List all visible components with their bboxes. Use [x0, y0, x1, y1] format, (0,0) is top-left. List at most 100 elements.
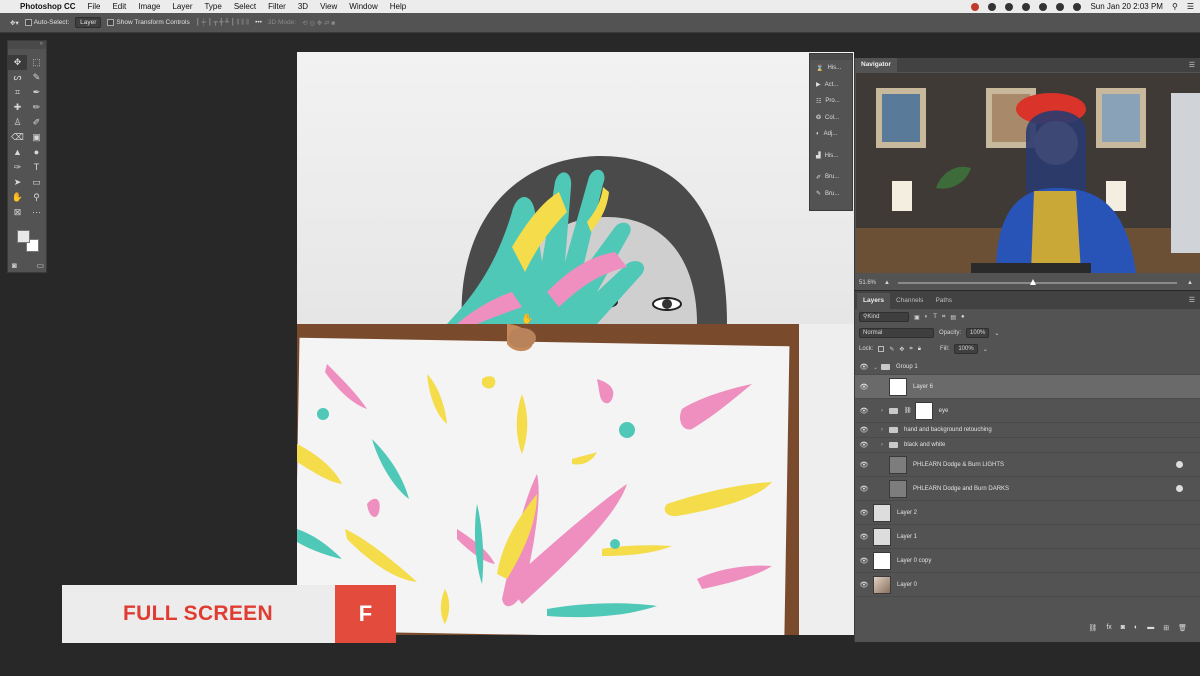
menu-window[interactable]: Window — [349, 2, 377, 11]
gradient-tool-icon[interactable]: ▣ — [27, 130, 46, 145]
chevron-down-icon[interactable]: ⌄ — [873, 364, 881, 371]
wifi-icon[interactable] — [1073, 2, 1082, 11]
visibility-eye-icon[interactable]: 👁︎ — [855, 383, 873, 391]
filter-kind-dropdown[interactable]: ⚲Kind — [859, 312, 909, 322]
visibility-eye-icon[interactable]: 👁︎ — [855, 441, 873, 449]
cloud-icon[interactable] — [1022, 2, 1031, 11]
menu-3d[interactable]: 3D — [298, 2, 308, 11]
blend-mode-dropdown[interactable]: Normal — [859, 328, 934, 338]
menu-edit[interactable]: Edit — [112, 2, 126, 11]
hand-tool-icon[interactable]: ✋ — [8, 190, 27, 205]
more-options-icon[interactable]: ••• — [255, 19, 262, 26]
add-layer-style-icon[interactable]: fx — [1106, 624, 1111, 638]
new-group-icon[interactable]: ▬ — [1147, 624, 1154, 638]
layer-row-group-1[interactable]: 👁︎ ⌄ Group 1 — [855, 360, 1200, 375]
blur-tool-icon[interactable]: ▲ — [8, 145, 27, 160]
layer-row-hand-and-background[interactable]: 👁︎ › hand and background retouching — [855, 423, 1200, 438]
menu-type[interactable]: Type — [204, 2, 221, 11]
path-select-tool-icon[interactable]: ➤ — [8, 175, 27, 190]
filter-shape-icon[interactable]: ⌗ — [942, 314, 945, 321]
color-panel-button[interactable]: ❂ Col... — [810, 110, 852, 127]
healing-tool-icon[interactable]: ✚ — [8, 100, 27, 115]
panel-menu-icon[interactable]: ☰ — [1189, 293, 1195, 309]
add-mask-icon[interactable]: ◙ — [1121, 624, 1125, 638]
zoom-in-icon[interactable]: ▲ — [1187, 280, 1193, 286]
layer-mask-thumbnail[interactable] — [914, 401, 933, 420]
clock[interactable]: Sun Jan 20 2:03 PM — [1090, 2, 1163, 11]
visibility-eye-icon[interactable]: 👁︎ — [855, 557, 873, 565]
history-brush-tool-icon[interactable]: ✐ — [27, 115, 46, 130]
visibility-eye-icon[interactable]: 👁︎ — [855, 533, 873, 541]
menu-view[interactable]: View — [320, 2, 337, 11]
opacity-dropdown-icon[interactable]: ⌄ — [994, 330, 999, 337]
visibility-eye-icon[interactable]: 👁︎ — [855, 407, 873, 415]
zoom-value[interactable]: 51.6% — [859, 280, 876, 286]
panel-menu-icon[interactable]: ☰ — [1189, 61, 1195, 69]
tab-paths[interactable]: Paths — [929, 293, 958, 309]
move-tool-icon[interactable]: ✥▾ — [10, 19, 19, 27]
screen-mode-icon[interactable]: ▭ — [36, 261, 44, 270]
auto-select-dropdown[interactable]: Layer — [75, 17, 102, 28]
chevron-right-icon[interactable]: › — [881, 442, 889, 448]
layer-row-layer-1[interactable]: 👁︎ Layer 1 — [855, 525, 1200, 549]
chevron-right-icon[interactable]: › — [881, 427, 889, 433]
notification-list-icon[interactable]: ☰ — [1187, 2, 1194, 11]
type-tool-icon[interactable]: T — [27, 160, 46, 175]
quick-mask-icon[interactable]: ◙ — [12, 261, 17, 270]
zoom-tool-icon[interactable]: ⚲ — [27, 190, 46, 205]
artboard-tool-icon[interactable]: ⊠ — [8, 205, 27, 220]
creative-cloud-icon[interactable] — [1005, 2, 1014, 11]
properties-panel-button[interactable]: ☷ Pro... — [810, 93, 852, 110]
brush-panel-button[interactable]: ✐ Bru... — [810, 169, 852, 186]
shape-tool-icon[interactable]: ▭ — [27, 175, 46, 190]
search-icon[interactable]: ⚲ — [1172, 2, 1178, 11]
menu-filter[interactable]: Filter — [268, 2, 286, 11]
layer-row-layer-0[interactable]: 👁︎ Layer 0 — [855, 573, 1200, 597]
lasso-tool-icon[interactable]: ᔕ — [8, 70, 27, 85]
tools-panel-header[interactable]: » — [8, 41, 46, 49]
chevron-right-icon[interactable]: › — [881, 408, 889, 414]
align-icons[interactable]: ┃ ╪ ┃ ┳ ╋ ┻ ┃ ⫼ ⫼ ⫼ — [196, 18, 249, 27]
more-tools-icon[interactable]: ··· — [27, 205, 46, 220]
histogram-panel-button[interactable]: ▟ His... — [810, 148, 852, 165]
filter-toggle-icon[interactable]: ● — [961, 314, 965, 320]
new-adjustment-layer-icon[interactable]: ◐ — [1134, 624, 1138, 638]
transform-controls-checkbox[interactable]: Show Transform Controls — [107, 18, 190, 26]
fill-input[interactable]: 100% — [954, 344, 978, 354]
menu-select[interactable]: Select — [234, 2, 256, 11]
eraser-tool-icon[interactable]: ⌫ — [8, 130, 27, 145]
tab-channels[interactable]: Channels — [890, 293, 929, 309]
auto-select-checkbox[interactable]: Auto-Select: — [24, 18, 69, 26]
zoom-slider-handle[interactable] — [1029, 279, 1036, 285]
layer-row-layer-2[interactable]: 👁︎ Layer 2 — [855, 501, 1200, 525]
filter-type-icon[interactable]: T — [933, 314, 937, 320]
clone-stamp-tool-icon[interactable]: ♙ — [8, 115, 27, 130]
eyedropper-tool-icon[interactable]: ✒ — [27, 85, 46, 100]
tab-navigator[interactable]: Navigator — [855, 58, 897, 72]
lock-move-icon[interactable]: ✥ — [899, 346, 904, 353]
layer-row-dodge-burn-darks[interactable]: 👁︎ PHLEARN Dodge and Burn DARKS — [855, 477, 1200, 501]
layer-row-layer-6[interactable]: 👁︎ Layer 6 — [855, 375, 1200, 399]
airplay-icon[interactable] — [1039, 2, 1048, 11]
filter-pixel-icon[interactable]: ▣ — [914, 314, 920, 321]
adobe-icon[interactable] — [988, 2, 997, 11]
volume-icon[interactable] — [1056, 2, 1065, 11]
zoom-slider[interactable] — [897, 279, 1177, 285]
3d-tools-icons[interactable]: ⟲ ◎ ✥ ⇄ ■ — [302, 19, 335, 27]
brush-tool-icon[interactable]: ✏ — [27, 100, 46, 115]
fill-dropdown-icon[interactable]: ⌄ — [983, 346, 988, 353]
pen-tool-icon[interactable]: ✑ — [8, 160, 27, 175]
crop-tool-icon[interactable]: ⌗ — [8, 85, 27, 100]
foreground-color-swatch[interactable] — [17, 230, 30, 243]
visibility-eye-icon[interactable]: 👁︎ — [855, 485, 873, 493]
opacity-input[interactable]: 100% — [966, 328, 990, 338]
zoom-out-icon[interactable]: ▲ — [884, 280, 890, 286]
menu-file[interactable]: File — [88, 2, 101, 11]
quick-select-tool-icon[interactable]: ✎ — [27, 70, 46, 85]
actions-panel-button[interactable]: ▶ Act... — [810, 77, 852, 94]
menu-help[interactable]: Help — [390, 2, 406, 11]
filter-adjustment-icon[interactable]: ◐ — [925, 314, 929, 320]
visibility-eye-icon[interactable]: 👁︎ — [855, 581, 873, 589]
layer-row-black-and-white[interactable]: 👁︎ › black and white — [855, 438, 1200, 453]
menu-layer[interactable]: Layer — [172, 2, 192, 11]
